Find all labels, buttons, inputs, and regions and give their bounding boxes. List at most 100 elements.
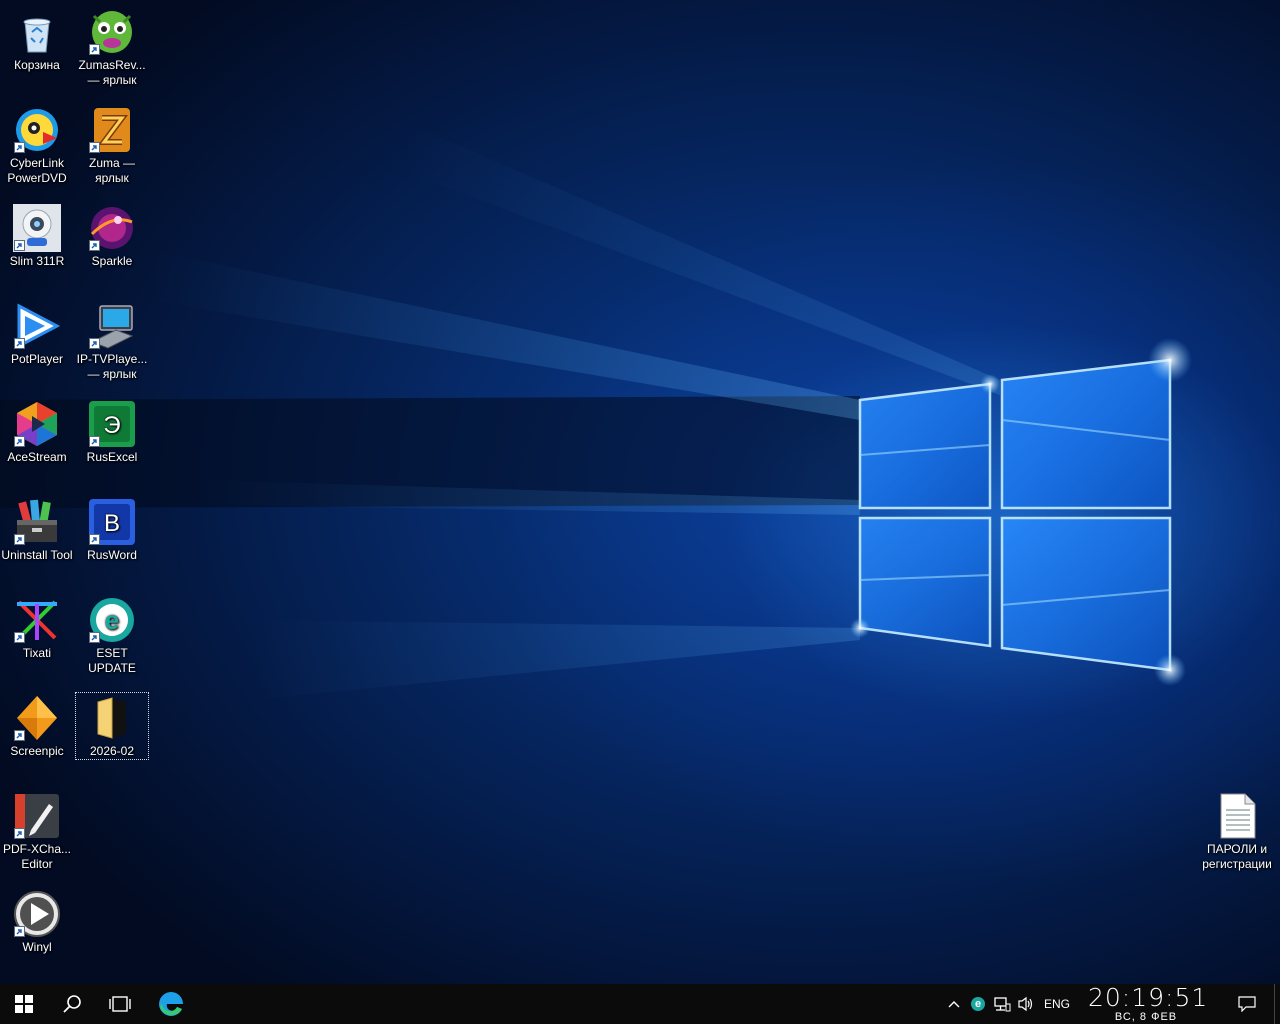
desktop-icon-tixati[interactable]: Tixati bbox=[0, 590, 74, 661]
desktop-icon-label: Sparkle bbox=[91, 254, 133, 268]
shortcut-arrow-icon bbox=[14, 240, 25, 251]
shortcut-arrow-icon bbox=[89, 240, 100, 251]
shortcut-arrow-icon bbox=[89, 534, 100, 545]
eset-tray-icon: e bbox=[971, 997, 985, 1011]
rusexcel-icon: Э bbox=[88, 400, 136, 448]
desktop-icon-label: PotPlayer bbox=[10, 352, 64, 366]
screenpic-icon bbox=[13, 694, 61, 742]
desktop-icon-powerdvd[interactable]: CyberLink PowerDVD bbox=[0, 100, 74, 186]
desktop-icon-label: Zuma — ярлык bbox=[88, 156, 135, 185]
task-view-icon bbox=[109, 995, 131, 1013]
desktop-icon-label: AceStream bbox=[7, 450, 67, 464]
shortcut-arrow-icon bbox=[14, 926, 25, 937]
rusexcel-glyph: Э bbox=[103, 412, 120, 439]
desktop-icon-label: Корзина bbox=[14, 58, 60, 72]
desktop-icon-folder-2026-02[interactable]: 2026-02 bbox=[75, 692, 149, 760]
tixati-icon bbox=[13, 596, 61, 644]
chevron-up-icon bbox=[948, 1000, 960, 1008]
text-document-icon bbox=[1213, 792, 1261, 840]
input-language-button[interactable]: ENG bbox=[1040, 984, 1074, 1024]
tray-volume-button[interactable] bbox=[1014, 984, 1038, 1024]
taskbar: e ENG 20:19:51 ВС, 8 ФЕВ bbox=[0, 984, 1280, 1024]
desktop-icon-passwords-document[interactable]: ПАРОЛИ и регистрации bbox=[1200, 786, 1274, 872]
clock-button[interactable]: 20:19:51 ВС, 8 ФЕВ bbox=[1088, 983, 1209, 1024]
desktop-icon-winyl[interactable]: Winyl bbox=[0, 884, 74, 955]
desktop-icon-zuma[interactable]: Zuma — ярлык bbox=[75, 100, 149, 186]
eset-glyph: e bbox=[105, 605, 119, 635]
desktop-icon-label: Slim 311R bbox=[9, 254, 65, 268]
desktop-icon-label: Uninstall Tool bbox=[1, 548, 73, 562]
edge-icon bbox=[158, 991, 184, 1017]
desktop-icon-potplayer[interactable]: PotPlayer bbox=[0, 296, 74, 367]
shortcut-arrow-icon bbox=[14, 828, 25, 839]
task-view-button[interactable] bbox=[96, 984, 144, 1024]
windows-start-icon bbox=[15, 995, 33, 1013]
iptv-player-icon bbox=[88, 302, 136, 350]
shortcut-arrow-icon bbox=[89, 142, 100, 153]
tray-network-button[interactable] bbox=[990, 984, 1014, 1024]
taskbar-edge-button[interactable] bbox=[146, 984, 196, 1024]
tray-eset-button[interactable]: e bbox=[968, 984, 988, 1024]
tray-overflow-button[interactable] bbox=[944, 984, 964, 1024]
input-language-label: ENG bbox=[1043, 997, 1070, 1011]
search-icon bbox=[62, 994, 82, 1014]
shortcut-arrow-icon bbox=[14, 534, 25, 545]
desktop-icon-recycle-bin[interactable]: Корзина bbox=[0, 2, 74, 73]
desktop-icon-label: Tixati bbox=[22, 646, 52, 660]
shortcut-arrow-icon bbox=[89, 338, 100, 349]
shortcut-arrow-icon bbox=[14, 436, 25, 447]
sparkle-icon bbox=[88, 204, 136, 252]
search-button[interactable] bbox=[48, 984, 96, 1024]
zuma-icon bbox=[88, 106, 136, 154]
powerdvd-icon bbox=[13, 106, 61, 154]
action-center-button[interactable] bbox=[1226, 984, 1268, 1024]
eset-icon: e bbox=[88, 596, 136, 644]
winyl-icon bbox=[13, 890, 61, 938]
desktop-icon-pdf-xchange-editor[interactable]: PDF-XCha... Editor bbox=[0, 786, 74, 872]
desktop[interactable]: Корзина CyberLink PowerDVD Slim 311R Pot… bbox=[0, 0, 1280, 984]
start-button[interactable] bbox=[0, 984, 48, 1024]
desktop-icon-zumas-revenge[interactable]: ZumasRev... — ярлык bbox=[75, 2, 149, 88]
desktop-icon-acestream[interactable]: AceStream bbox=[0, 394, 74, 465]
desktop-icon-rusword[interactable]: В RusWord bbox=[75, 492, 149, 563]
recycle-bin-icon bbox=[13, 8, 61, 56]
shortcut-arrow-icon bbox=[89, 632, 100, 643]
rusword-glyph: В bbox=[104, 510, 120, 537]
potplayer-icon bbox=[13, 302, 61, 350]
desktop-icon-ip-tvplayer[interactable]: IP-TVPlaye... — ярлык bbox=[75, 296, 149, 382]
pdf-xchange-icon bbox=[13, 792, 61, 840]
desktop-icon-label: CyberLink PowerDVD bbox=[7, 156, 67, 185]
desktop-icon-eset-update[interactable]: e ESET UPDATE bbox=[75, 590, 149, 676]
desktop-icon-uninstall-tool[interactable]: Uninstall Tool bbox=[0, 492, 74, 563]
desktop-icon-label: RusExcel bbox=[86, 450, 138, 464]
action-center-icon bbox=[1238, 996, 1256, 1012]
shortcut-arrow-icon bbox=[89, 436, 100, 447]
desktop-icon-rusexcel[interactable]: Э RusExcel bbox=[75, 394, 149, 465]
shortcut-arrow-icon bbox=[14, 142, 25, 153]
desktop-icon-label: RusWord bbox=[87, 548, 137, 562]
uninstall-tool-icon bbox=[13, 498, 61, 546]
shortcut-arrow-icon bbox=[14, 730, 25, 741]
clock-time: 20:19:51 bbox=[1088, 983, 1209, 1012]
volume-icon bbox=[1017, 996, 1035, 1012]
desktop-icon-label: Winyl bbox=[22, 940, 52, 954]
desktop-icon-label: PDF-XCha... Editor bbox=[2, 842, 71, 871]
desktop-icon-slim-311r[interactable]: Slim 311R bbox=[0, 198, 74, 269]
desktop-icon-sparkle[interactable]: Sparkle bbox=[75, 198, 149, 269]
show-desktop-button[interactable] bbox=[1274, 984, 1280, 1024]
rusword-icon: В bbox=[88, 498, 136, 546]
network-icon bbox=[993, 996, 1011, 1012]
clock-date: ВС, 8 ФЕВ bbox=[1114, 1011, 1178, 1023]
desktop-icon-label: Screenpic bbox=[10, 744, 64, 758]
shortcut-arrow-icon bbox=[14, 632, 25, 643]
desktop-icon-screenpic[interactable]: Screenpic bbox=[0, 688, 74, 759]
webcam-icon bbox=[13, 204, 61, 252]
zuma-revenge-icon bbox=[88, 8, 136, 56]
desktop-icon-label: IP-TVPlaye... — ярлык bbox=[76, 352, 148, 381]
acestream-icon bbox=[13, 400, 61, 448]
windows-wallpaper bbox=[0, 120, 1192, 700]
shortcut-arrow-icon bbox=[14, 338, 25, 349]
shortcut-arrow-icon bbox=[89, 44, 100, 55]
folder-icon bbox=[88, 694, 136, 742]
desktop-icon-label: ESET UPDATE bbox=[88, 646, 136, 675]
